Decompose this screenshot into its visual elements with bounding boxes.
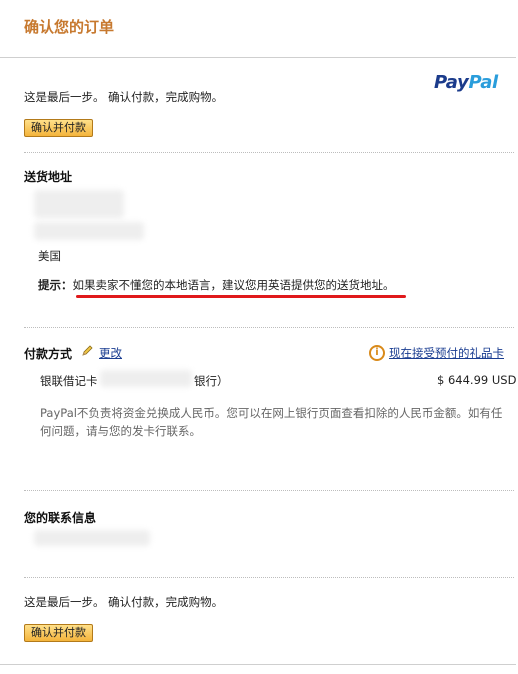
gift-card-link[interactable]: 现在接受预付的礼品卡: [389, 345, 504, 361]
hint-label: 提示：: [38, 278, 73, 292]
payment-heading: 付款方式: [24, 347, 73, 361]
pencil-icon: [82, 345, 93, 356]
contact-heading: 您的联系信息: [24, 511, 97, 525]
confirm-pay-button[interactable]: 确认并付款: [24, 119, 93, 137]
hint-text: 如果卖家不懂您的本地语言，建议您用英语提供您的送货地址。: [72, 278, 395, 292]
redacted-card-number: [100, 370, 192, 387]
paypal-logo: PayPal: [434, 72, 498, 93]
redacted-name: [34, 190, 124, 218]
currency-note: PayPal不负责将资金兑换成人民币。您可以在网上银行页面查看扣除的人民币金额。…: [40, 406, 503, 438]
confirm-pay-button-bottom[interactable]: 确认并付款: [24, 624, 93, 642]
order-confirmation-page: 确认您的订单 PayPal 这是最后一步。 确认付款，完成购物。 确认并付款 送…: [0, 0, 518, 674]
redacted-contact-info: [34, 530, 150, 546]
divider: [24, 577, 514, 578]
payment-amount: $ 644.99 USD: [437, 373, 517, 387]
red-underline-annotation: [76, 295, 406, 298]
info-icon: i: [369, 345, 385, 361]
intro-text: 这是最后一步。 确认付款，完成购物。: [24, 90, 224, 104]
divider: [24, 152, 514, 153]
divider: [24, 490, 514, 491]
redacted-address: [34, 222, 144, 240]
divider: [24, 327, 514, 328]
divider: [0, 57, 516, 58]
shipping-heading: 送货地址: [24, 170, 73, 184]
footer-text: 这是最后一步。 确认付款，完成购物。: [24, 595, 224, 609]
change-payment-link[interactable]: 更改: [99, 345, 122, 361]
card-suffix: 银行）: [194, 374, 229, 388]
divider: [0, 664, 516, 665]
shipping-country: 美国: [38, 249, 61, 263]
card-prefix: 银联借记卡: [40, 374, 98, 388]
page-title: 确认您的订单: [24, 18, 115, 36]
shipping-hint: 提示：如果卖家不懂您的本地语言，建议您用英语提供您的送货地址。: [38, 277, 395, 293]
